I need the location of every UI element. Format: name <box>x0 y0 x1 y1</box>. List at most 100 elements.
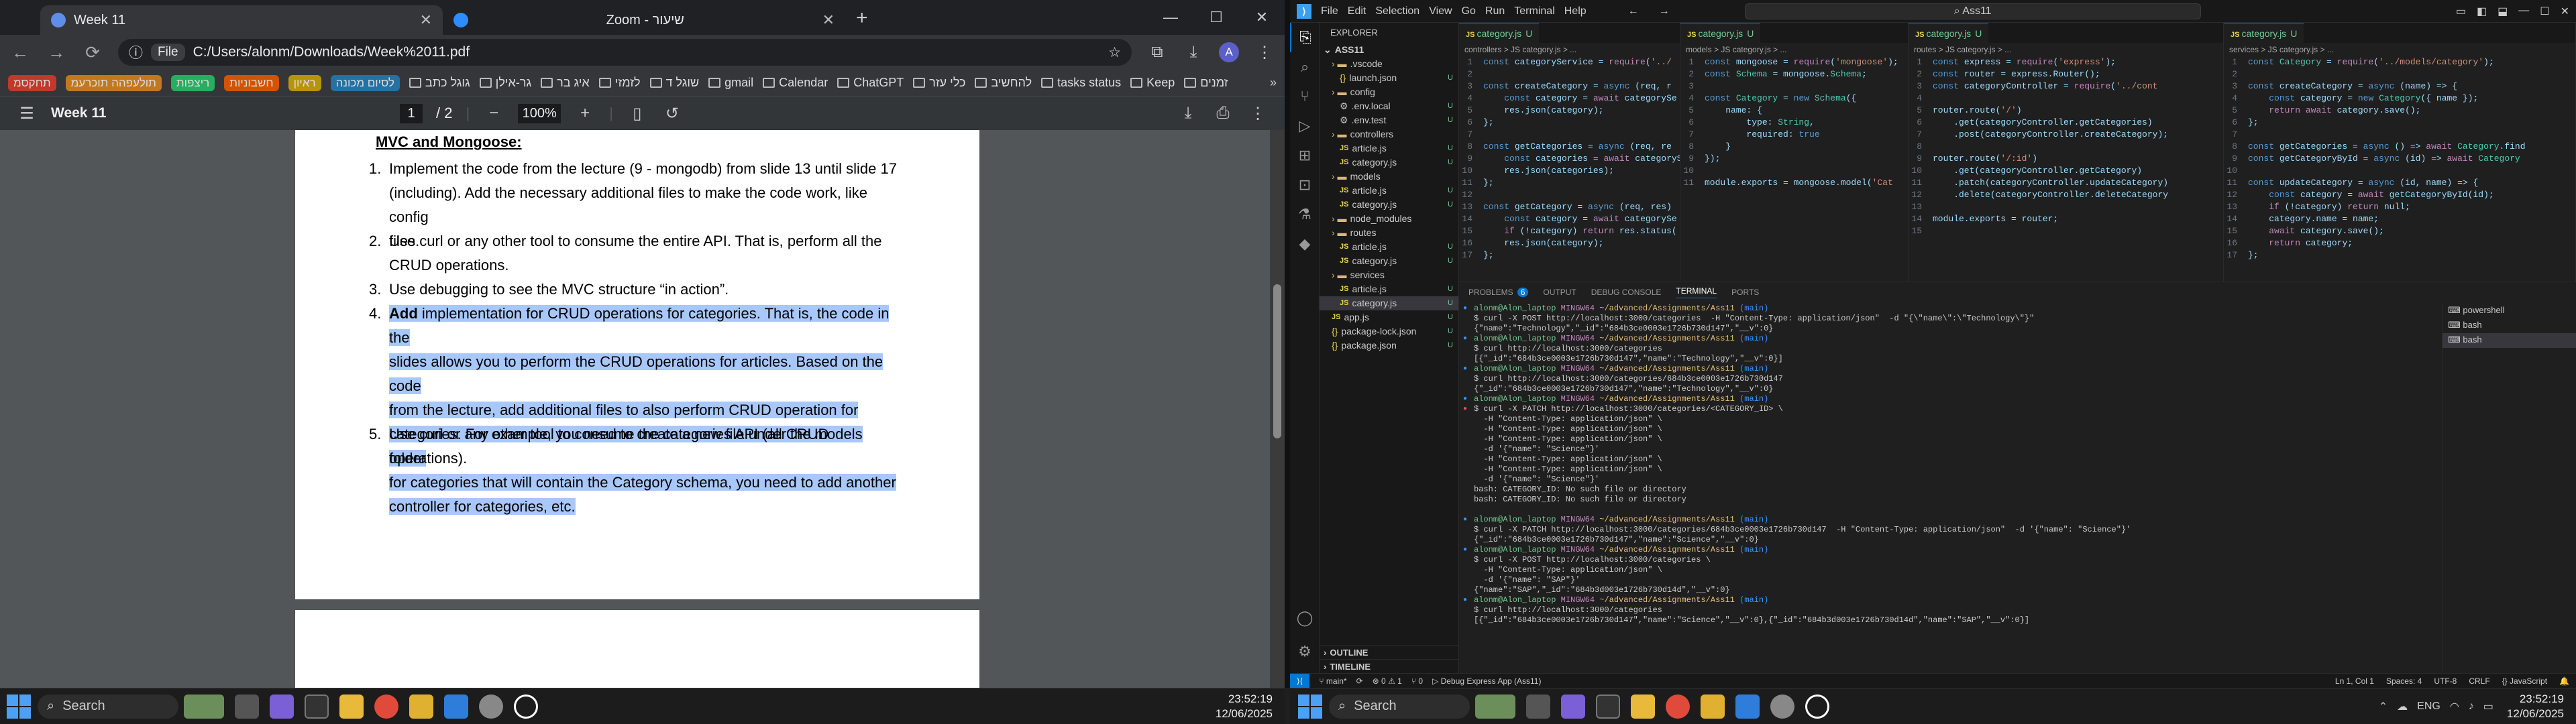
bookmark-item[interactable]: גוגל כתב <box>409 76 470 90</box>
settings-app-icon[interactable] <box>1770 694 1794 719</box>
command-search[interactable]: ⌕ Ass11 <box>1744 3 2201 19</box>
explorer-icon[interactable]: ⎘ <box>1290 23 1320 52</box>
code-area[interactable]: 1 const express = require('express'); 2 con… <box>1909 56 2223 237</box>
tray-app-icon[interactable]: ☁ <box>2397 700 2408 713</box>
app-icon[interactable] <box>409 694 433 719</box>
code-area[interactable]: 1 const Category = require('../models/cat… <box>2224 56 2575 261</box>
bookmark-item[interactable]: להחשיב <box>975 76 1032 90</box>
tree-item[interactable]: JS category.js U <box>1320 296 1458 310</box>
menu-run[interactable]: Run <box>1485 5 1505 17</box>
remote-indicator-icon[interactable]: ⟩⟨ <box>1290 673 1310 688</box>
close-tab-icon[interactable]: U <box>2290 28 2297 39</box>
app-icon[interactable] <box>1701 694 1725 719</box>
file-explorer-icon[interactable] <box>1631 694 1655 719</box>
recorder-icon[interactable] <box>1805 694 1829 719</box>
avatar[interactable]: A <box>1219 42 1239 62</box>
menu-terminal[interactable]: Terminal <box>1514 5 1554 17</box>
tree-item[interactable]: › ▬ controllers <box>1320 127 1458 141</box>
bookmark-item[interactable]: איג בר <box>541 76 590 90</box>
close-tab-icon[interactable]: U <box>1747 28 1754 39</box>
scrollbar[interactable] <box>1270 130 1285 688</box>
tray-chevron-icon[interactable]: ⌃ <box>2379 700 2387 713</box>
back-icon[interactable]: ← <box>1623 5 1644 17</box>
code-area[interactable]: 1 const categoryService = require('../ 2 3 c… <box>1459 56 1680 261</box>
settings-app-icon[interactable] <box>479 694 503 719</box>
account-icon[interactable]: ◯ <box>1290 603 1320 633</box>
status-item[interactable]: {} JavaScript <box>2502 676 2547 686</box>
back-icon[interactable]: ← <box>9 42 31 63</box>
bookmark-item[interactable]: זמנים <box>1184 76 1228 90</box>
panel-toggle-icon[interactable]: ⬓ <box>2498 5 2508 18</box>
zoom-in-icon[interactable]: + <box>574 104 596 123</box>
fit-page-icon[interactable]: ▯ <box>627 104 648 123</box>
timeline-section[interactable]: › TIMELINE <box>1320 659 1459 673</box>
debug-config[interactable]: ▷ Debug Express App (Ass11) <box>1432 676 1541 686</box>
forward-icon[interactable]: → <box>1654 5 1675 17</box>
minimize-icon[interactable]: — <box>2518 5 2529 18</box>
breadcrumb[interactable]: routes > JS category.js > ... <box>1909 43 2223 56</box>
workspace-root[interactable]: ⌄ ASS11 <box>1320 43 1458 57</box>
menu-help[interactable]: Help <box>1564 5 1587 17</box>
tree-item[interactable]: JS article.js U <box>1320 240 1458 254</box>
clock[interactable]: 23:52:19 12/06/2025 <box>1216 692 1285 721</box>
bookmark-item[interactable]: לזמזי <box>598 76 641 90</box>
zoom-out-icon[interactable]: − <box>483 104 504 123</box>
recorder-icon[interactable] <box>514 694 538 719</box>
mongodb-icon[interactable]: ◆ <box>1290 229 1320 259</box>
layout-icon[interactable]: ▭ <box>2456 5 2466 18</box>
tree-item[interactable]: › ▬ node_modules <box>1320 212 1458 226</box>
panel-tab-ports[interactable]: PORTS <box>1731 288 1759 297</box>
settings-gear-icon[interactable]: ⚙ <box>1290 637 1320 666</box>
hamburger-menu-icon[interactable]: ☰ <box>16 104 38 123</box>
file-explorer-icon[interactable] <box>339 694 364 719</box>
taskbar-search[interactable]: ⌕ Search <box>1329 694 1470 719</box>
tree-item[interactable]: ⚙ .env.local U <box>1320 99 1458 113</box>
close-tab-icon[interactable]: ✕ <box>822 11 835 29</box>
remote-icon[interactable]: ⊡ <box>1290 170 1320 200</box>
scrollbar-thumb[interactable] <box>1273 284 1281 438</box>
search-icon[interactable]: ⌕ <box>1290 52 1320 82</box>
bookmark-item[interactable]: ריצפות <box>170 74 215 91</box>
panel-tab-terminal[interactable]: TERMINAL <box>1676 286 1717 298</box>
close-window-icon[interactable]: ✕ <box>1239 0 1285 35</box>
rotate-icon[interactable]: ↺ <box>661 104 683 123</box>
volume-icon[interactable]: ♪ <box>2469 701 2474 713</box>
breadcrumb[interactable]: controllers > JS category.js > ... <box>1459 43 1680 56</box>
forward-icon[interactable]: → <box>46 42 67 63</box>
star-icon[interactable]: ☆ <box>1108 44 1121 61</box>
tree-item[interactable]: › ▬ routes <box>1320 226 1458 240</box>
ports-status[interactable]: ⑂ 0 <box>1411 676 1423 686</box>
clock[interactable]: 23:52:19 12/06/2025 <box>2507 692 2576 721</box>
terminal-output[interactable]: ● alonm@Alon_laptop MINGW64 ~/advanced/As… <box>1459 304 2442 672</box>
panel-tab-problems[interactable]: PROBLEMS <box>1468 288 1513 297</box>
bookmark-item[interactable]: ChatGPT <box>837 76 904 90</box>
tree-item[interactable]: JS app.js U <box>1320 310 1458 324</box>
editor-tab[interactable]: JS category.js U <box>2224 23 2304 43</box>
tree-item[interactable]: › ▬ models <box>1320 170 1458 184</box>
bookmark-item[interactable]: Keep <box>1130 76 1175 90</box>
windows-start-icon[interactable] <box>7 694 31 719</box>
tree-item[interactable]: › ▬ config <box>1320 85 1458 99</box>
bookmark-item[interactable]: Calendar <box>763 76 828 90</box>
chrome-icon[interactable] <box>374 694 398 719</box>
widget-icon[interactable] <box>184 694 224 719</box>
taskbar-search[interactable]: ⌕ Search <box>38 694 178 719</box>
menu-dots-icon[interactable]: ⋮ <box>1254 43 1275 62</box>
problems-status[interactable]: ⊗ 0 ⚠ 1 <box>1373 676 1402 686</box>
bookmark-item[interactable]: גר-אילן <box>479 76 531 90</box>
testing-icon[interactable]: ⚗ <box>1290 200 1320 229</box>
bookmark-item[interactable]: gmail <box>708 76 753 90</box>
breadcrumb[interactable]: models > JS category.js > ... <box>1680 43 1908 56</box>
run-debug-icon[interactable]: ▷ <box>1290 111 1320 141</box>
terminal-instance[interactable]: ⌨ bash <box>2443 333 2576 348</box>
windows-start-icon[interactable] <box>1298 694 1322 719</box>
vscode-app-icon[interactable] <box>444 694 468 719</box>
editor-tab[interactable]: JS category.js U <box>1459 23 1540 43</box>
close-tab-icon[interactable]: ✕ <box>420 11 432 29</box>
terminal-instance[interactable]: ⌨ bash <box>2443 318 2576 333</box>
panel-tab-output[interactable]: OUTPUT <box>1543 288 1576 297</box>
minimize-icon[interactable]: — <box>1148 0 1193 35</box>
editor-tab[interactable]: JS category.js U <box>1680 23 1761 43</box>
wifi-icon[interactable]: ◠ <box>2450 700 2459 713</box>
branch-status[interactable]: ⑂ main* <box>1319 676 1346 686</box>
